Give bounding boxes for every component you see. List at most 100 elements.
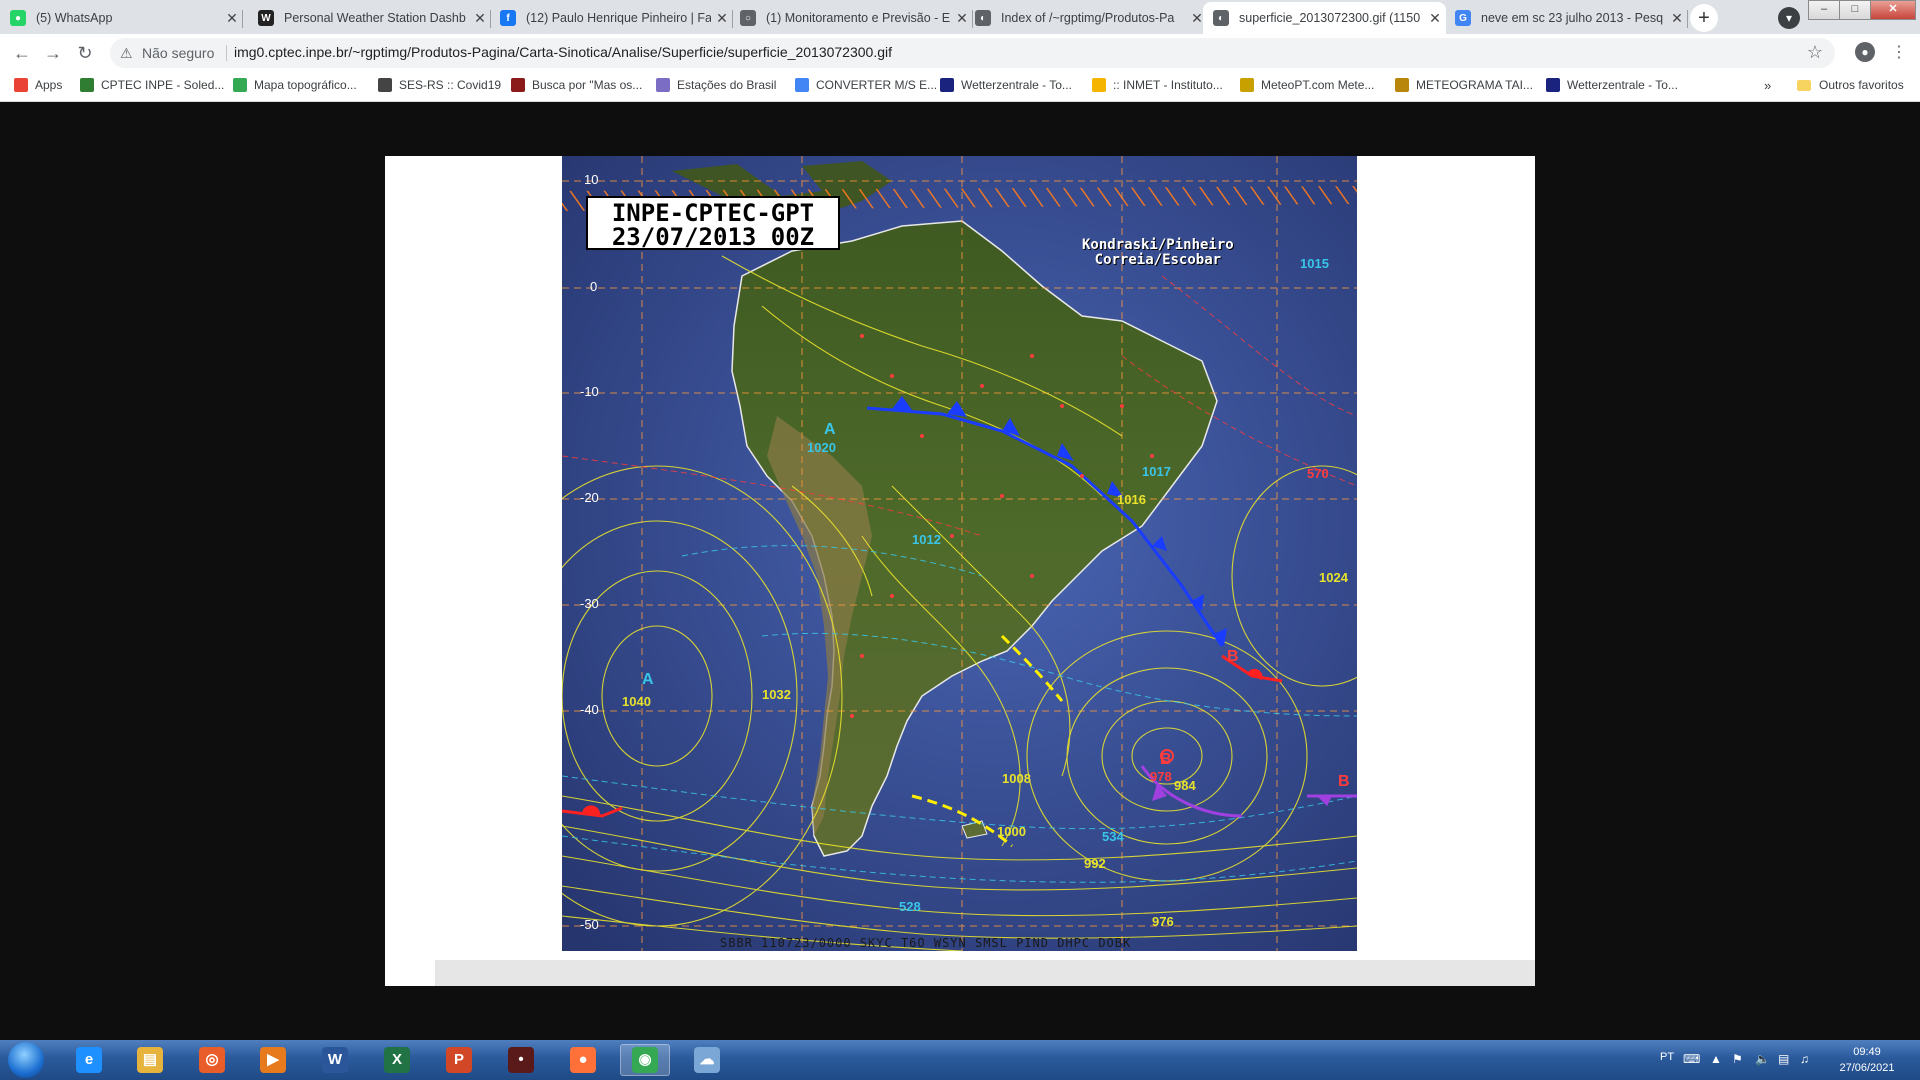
- forward-button[interactable]: →: [41, 41, 65, 65]
- bookmark-item[interactable]: SES-RS :: Covid19: [378, 78, 501, 92]
- start-button[interactable]: [8, 1042, 44, 1078]
- bookmark-label: Estações do Brasil: [677, 78, 777, 92]
- high-center-label: A: [642, 671, 654, 688]
- other-bookmarks-folder[interactable]: Outros favoritos: [1797, 78, 1904, 92]
- powerpoint-icon: P: [446, 1047, 472, 1073]
- action-center-flag-icon[interactable]: ⚑: [1732, 1052, 1743, 1066]
- clock-time: 09:49: [1853, 1046, 1881, 1058]
- bookmark-favicon-icon: [795, 78, 809, 92]
- file-explorer-icon: ▤: [137, 1047, 163, 1073]
- system-clock[interactable]: 09:49 27/06/2021: [1822, 1044, 1912, 1076]
- security-label[interactable]: Não seguro: [142, 45, 214, 61]
- pressure-label: 528: [899, 899, 921, 914]
- low-center-label: B: [1227, 648, 1239, 665]
- taskbar-app[interactable]: ◎: [187, 1044, 237, 1076]
- minimize-button[interactable]: ‒: [1808, 0, 1840, 20]
- bookmark-item[interactable]: Mapa topográfico...: [233, 78, 357, 92]
- profile-avatar[interactable]: ●: [1855, 42, 1875, 62]
- taskbar-app[interactable]: ▶: [248, 1044, 298, 1076]
- address-bar[interactable]: ⚠ Não seguro img0.cptec.inpe.br/~rgptimg…: [110, 38, 1835, 68]
- bookmark-label: :: INMET - Instituto...: [1113, 78, 1223, 92]
- chart-title-box: INPE-CPTEC-GPT 23/07/2013 00Z: [586, 196, 840, 250]
- pressure-label: 1017: [1142, 464, 1171, 479]
- tab-strip: ● (5) WhatsApp ✕ W Personal Weather Station …: [0, 0, 1920, 34]
- tab-divider: [242, 10, 243, 28]
- bookmark-item[interactable]: Estações do Brasil: [656, 78, 776, 92]
- bookmark-favicon-icon: [656, 78, 670, 92]
- browser-toolbar: ← → ↻ ⚠ Não seguro img0.cptec.inpe.br/~r…: [0, 34, 1920, 72]
- synoptic-chart-image[interactable]: 10 0 -10 -20 -30 -40 -50 1020 1012 1016 …: [562, 156, 1357, 951]
- lat-label-0: 0: [590, 279, 597, 294]
- speaker-icon[interactable]: ♫: [1800, 1052, 1809, 1066]
- bookmark-favicon-icon: [940, 78, 954, 92]
- tab[interactable]: f (12) Paulo Henrique Pinheiro | Fa ✕: [490, 2, 733, 34]
- taskbar-app[interactable]: e: [64, 1044, 114, 1076]
- tab[interactable]: ○ (1) Monitoramento e Previsão - E ✕: [730, 2, 973, 34]
- bookmark-item[interactable]: Wetterzentrale - To...: [1546, 78, 1678, 92]
- taskbar-app[interactable]: P: [434, 1044, 484, 1076]
- keyboard-icon[interactable]: ⌨: [1683, 1052, 1700, 1066]
- lat-label-m20: -20: [580, 490, 599, 505]
- taskbar-app[interactable]: •: [496, 1044, 546, 1076]
- tab[interactable]: ● (5) WhatsApp ✕: [0, 2, 243, 34]
- volume-icon[interactable]: 🔈: [1755, 1052, 1770, 1066]
- url-text[interactable]: img0.cptec.inpe.br/~rgptimg/Produtos-Pag…: [234, 44, 892, 60]
- whatsapp-icon: ●: [10, 10, 26, 26]
- pressure-label: 1012: [912, 532, 941, 547]
- tab[interactable]: ◐ Index of /~rgptimg/Produtos-Pa ✕: [965, 2, 1208, 34]
- bookmark-item[interactable]: CONVERTER M/S E...: [795, 78, 937, 92]
- tab-title: (12) Paulo Henrique Pinheiro | Fa: [526, 11, 711, 25]
- close-tab-icon[interactable]: ✕: [221, 10, 243, 27]
- warning-icon[interactable]: ⚠: [120, 45, 133, 62]
- tab[interactable]: ◐ superficie_2013072300.gif (1150 ✕: [1203, 2, 1446, 34]
- close-window-button[interactable]: ✕: [1870, 0, 1916, 20]
- chart-credits: Kondraski/Pinheiro Correia/Escobar: [1082, 238, 1234, 268]
- maximize-button[interactable]: □: [1839, 0, 1871, 20]
- tab[interactable]: W Personal Weather Station Dashb ✕: [248, 2, 491, 34]
- tab-title: superficie_2013072300.gif (1150: [1239, 11, 1421, 25]
- bookmark-star-icon[interactable]: ☆: [1807, 42, 1823, 63]
- bookmark-item[interactable]: CPTEC INPE - Soled...: [80, 78, 224, 92]
- globe-icon: ○: [740, 10, 756, 26]
- weather-app-icon: ☁: [694, 1047, 720, 1073]
- taskbar-app[interactable]: ●: [558, 1044, 608, 1076]
- close-tab-icon[interactable]: ✕: [469, 10, 491, 27]
- apps-shortcut[interactable]: Apps: [14, 78, 62, 92]
- synoptic-map-svg: 10 0 -10 -20 -30 -40 -50 1020 1012 1016 …: [562, 156, 1357, 951]
- chart-title-line2: 23/07/2013 00Z: [611, 223, 815, 251]
- taskbar-app[interactable]: ☁: [682, 1044, 732, 1076]
- new-tab-button[interactable]: +: [1690, 4, 1718, 32]
- weather-station-icon: W: [258, 10, 274, 26]
- show-hidden-icons-icon[interactable]: ▲: [1710, 1052, 1722, 1066]
- pressure-label: 1040: [622, 694, 651, 709]
- bookmark-label: Mapa topográfico...: [254, 78, 357, 92]
- close-tab-icon[interactable]: ✕: [1424, 10, 1446, 27]
- bookmarks-bar: Apps CPTEC INPE - Soled... Mapa topográfic…: [0, 72, 1920, 102]
- bookmark-item[interactable]: METEOGRAMA TAI...: [1395, 78, 1533, 92]
- bookmark-favicon-icon: [1546, 78, 1560, 92]
- bookmarks-overflow-button[interactable]: »: [1764, 78, 1771, 93]
- bookmark-item[interactable]: Busca por "Mas os...: [511, 78, 642, 92]
- pressure-label: 1020: [807, 440, 836, 455]
- language-indicator[interactable]: PT: [1660, 1051, 1674, 1063]
- taskbar-app[interactable]: ▤: [125, 1044, 175, 1076]
- taskbar-app[interactable]: X: [372, 1044, 422, 1076]
- bookmark-favicon-icon: [511, 78, 525, 92]
- taskbar-app[interactable]: ◉: [620, 1044, 670, 1076]
- word-icon: W: [322, 1047, 348, 1073]
- bookmark-favicon-icon: [1092, 78, 1106, 92]
- close-tab-icon[interactable]: ✕: [1666, 10, 1688, 27]
- tab-search-icon[interactable]: ▾: [1778, 7, 1800, 29]
- back-button[interactable]: ←: [10, 41, 34, 65]
- bookmark-item[interactable]: MeteoPT.com Mete...: [1240, 78, 1374, 92]
- bookmark-item[interactable]: :: INMET - Instituto...: [1092, 78, 1223, 92]
- tab[interactable]: Gneve em sc 23 julho 2013 - Pesq ✕: [1445, 2, 1688, 34]
- taskbar-app[interactable]: W: [310, 1044, 360, 1076]
- lat-label-m40: -40: [580, 702, 599, 717]
- menu-icon[interactable]: ⋮: [1891, 42, 1907, 62]
- bookmark-label: CPTEC INPE - Soled...: [101, 78, 225, 92]
- reload-button[interactable]: ↻: [73, 41, 97, 65]
- network-icon[interactable]: ▤: [1778, 1052, 1789, 1066]
- bookmark-item[interactable]: Wetterzentrale - To...: [940, 78, 1072, 92]
- bookmark-label: Wetterzentrale - To...: [961, 78, 1072, 92]
